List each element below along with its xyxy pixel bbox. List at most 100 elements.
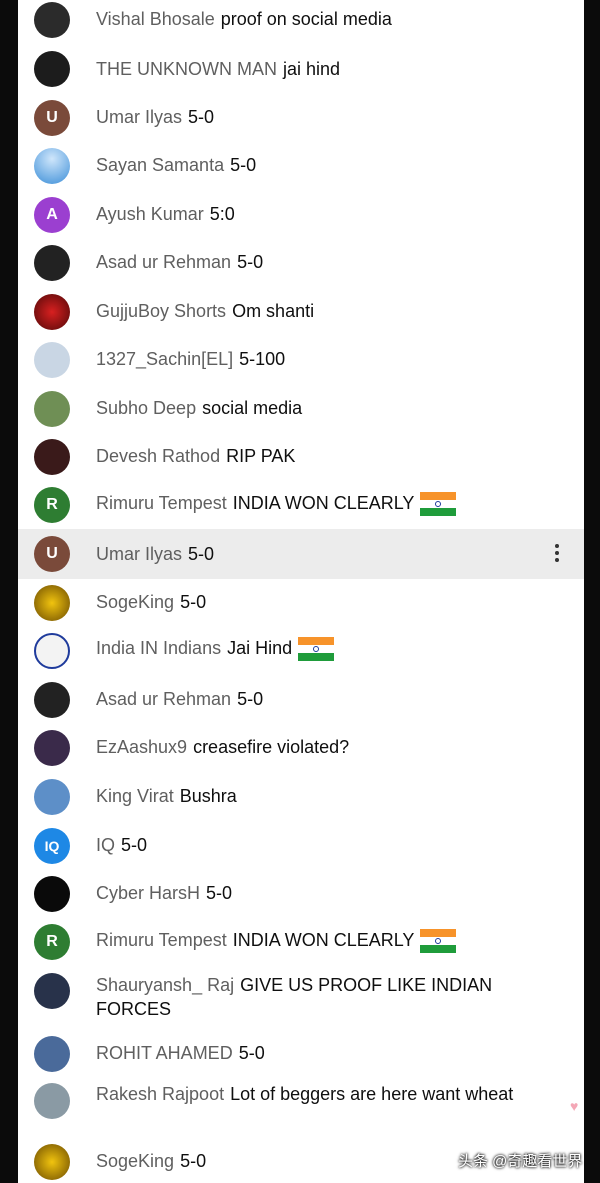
message-text: 5:0 <box>209 204 235 224</box>
author-name[interactable]: 1327_Sachin[EL] <box>96 349 233 369</box>
author-name[interactable]: Sayan Samanta <box>96 155 224 175</box>
author-name[interactable]: GujjuBoy Shorts <box>96 301 226 321</box>
chat-message[interactable]: R Rimuru Tempest INDIA WON CLEARLY <box>18 921 584 963</box>
chat-message[interactable]: India IN Indians Jai Hind <box>18 630 584 672</box>
avatar[interactable] <box>34 342 70 378</box>
chat-message[interactable]: Asad ur Rehman 5-0 <box>18 242 584 284</box>
message-text: 5-0 <box>180 1151 207 1171</box>
avatar[interactable] <box>34 51 70 87</box>
india-flag-icon <box>420 929 457 954</box>
avatar[interactable] <box>34 633 70 669</box>
avatar[interactable] <box>34 439 70 475</box>
author-name[interactable]: Asad ur Rehman <box>96 252 231 272</box>
avatar[interactable] <box>34 1036 70 1072</box>
avatar[interactable] <box>34 973 70 1009</box>
message-text: 5-0 <box>206 883 233 903</box>
message-text: Bushra <box>179 786 237 806</box>
chat-message[interactable]: Devesh Rathod RIP PAK <box>18 436 584 478</box>
avatar[interactable]: IQ <box>34 828 70 864</box>
message-text: 5-0 <box>121 835 148 855</box>
author-name[interactable]: King Virat <box>96 786 174 806</box>
chat-message[interactable]: SogeKing 5-0 <box>18 582 584 624</box>
india-flag-icon <box>420 492 457 517</box>
message-text: creasefire violated? <box>193 737 350 757</box>
chat-message[interactable]: Cyber HarsH 5-0 <box>18 873 584 915</box>
india-flag-icon <box>298 637 335 662</box>
author-name[interactable]: Subho Deep <box>96 398 196 418</box>
avatar[interactable] <box>34 148 70 184</box>
chat-message[interactable]: Rakesh Rajpoot Lot of beggers are here wa… <box>18 1080 584 1136</box>
message-text: INDIA WON CLEARLY <box>232 930 415 950</box>
author-name[interactable]: EzAashux9 <box>96 737 187 757</box>
avatar[interactable] <box>34 294 70 330</box>
watermark: 头条 @奇趣看世界 <box>458 1153 583 1170</box>
chat-message[interactable]: R Rimuru Tempest INDIA WON CLEARLY <box>18 484 584 526</box>
author-name[interactable]: Rimuru Tempest <box>96 493 227 513</box>
author-name[interactable]: IQ <box>96 835 115 855</box>
author-name[interactable]: Devesh Rathod <box>96 446 220 466</box>
author-name[interactable]: Umar Ilyas <box>96 544 182 564</box>
author-name[interactable]: India IN Indians <box>96 638 221 658</box>
avatar[interactable]: U <box>34 536 70 572</box>
avatar[interactable] <box>34 730 70 766</box>
avatar[interactable] <box>34 585 70 621</box>
chat-message[interactable]: U Umar Ilyas 5-0 <box>18 97 584 139</box>
live-chat-panel: Vishal Bhosale proof on social media THE … <box>18 0 584 1183</box>
message-text: 5-0 <box>237 689 264 709</box>
author-name[interactable]: SogeKing <box>96 1151 174 1171</box>
chat-message[interactable]: A Ayush Kumar 5:0 <box>18 194 584 236</box>
chat-message[interactable]: Asad ur Rehman 5-0 <box>18 679 584 721</box>
chat-message-highlighted[interactable]: U Umar Ilyas 5-0 <box>18 529 584 579</box>
author-name[interactable]: Umar Ilyas <box>96 107 182 127</box>
author-name[interactable]: Ayush Kumar <box>96 204 204 224</box>
message-text: proof on social media <box>220 9 392 29</box>
message-text: 5-100 <box>239 349 286 369</box>
chat-message[interactable]: Shauryansh_ Raj GIVE US PROOF LIKE INDIAN… <box>18 970 584 1026</box>
author-name[interactable]: ROHIT AHAMED <box>96 1043 233 1063</box>
more-options-icon[interactable] <box>554 542 560 564</box>
author-name[interactable]: THE UNKNOWN MAN <box>96 59 277 79</box>
message-text: jai hind <box>283 59 341 79</box>
avatar[interactable] <box>34 1144 70 1180</box>
chat-message[interactable]: King Virat Bushra <box>18 776 584 818</box>
chat-message[interactable]: Vishal Bhosale proof on social media <box>18 0 584 38</box>
avatar[interactable]: U <box>34 100 70 136</box>
message-text: 5-0 <box>180 592 207 612</box>
chat-message[interactable]: EzAashux9 creasefire violated? <box>18 727 584 769</box>
author-name[interactable]: SogeKing <box>96 592 174 612</box>
author-name[interactable]: Asad ur Rehman <box>96 689 231 709</box>
message-text: RIP PAK <box>226 446 296 466</box>
chat-message[interactable]: GujjuBoy Shorts Om shanti <box>18 291 584 333</box>
author-name[interactable]: Rimuru Tempest <box>96 930 227 950</box>
message-text: Lot of beggers are here want wheat <box>230 1084 514 1104</box>
message-text: Om shanti <box>232 301 315 321</box>
avatar[interactable] <box>34 682 70 718</box>
message-text: 5-0 <box>188 544 215 564</box>
message-text: 5-0 <box>230 155 257 175</box>
chat-message[interactable]: THE UNKNOWN MAN jai hind <box>18 48 584 90</box>
avatar[interactable] <box>34 876 70 912</box>
message-text: INDIA WON CLEARLY <box>232 493 415 513</box>
avatar[interactable] <box>34 1083 70 1119</box>
avatar[interactable]: A <box>34 197 70 233</box>
message-text: Jai Hind <box>227 638 293 658</box>
chat-message[interactable]: Sayan Samanta 5-0 <box>18 145 584 187</box>
avatar[interactable] <box>34 2 70 38</box>
author-name[interactable]: Cyber HarsH <box>96 883 200 903</box>
chat-message[interactable]: IQ IQ 5-0 <box>18 825 584 867</box>
avatar[interactable] <box>34 391 70 427</box>
message-text: 5-0 <box>237 252 264 272</box>
chat-message[interactable]: 1327_Sachin[EL] 5-100 <box>18 339 584 381</box>
chat-message[interactable]: Subho Deep social media <box>18 388 584 430</box>
author-name[interactable]: Rakesh Rajpoot <box>96 1084 224 1104</box>
message-text: 5-0 <box>188 107 215 127</box>
message-text: social media <box>202 398 303 418</box>
author-name[interactable]: Shauryansh_ Raj <box>96 975 234 995</box>
chat-message[interactable]: ROHIT AHAMED 5-0 <box>18 1033 584 1075</box>
avatar[interactable] <box>34 779 70 815</box>
author-name[interactable]: Vishal Bhosale <box>96 9 215 29</box>
avatar[interactable]: R <box>34 924 70 960</box>
heart-reaction-icon: ♥ <box>570 1098 579 1114</box>
avatar[interactable] <box>34 245 70 281</box>
avatar[interactable]: R <box>34 487 70 523</box>
